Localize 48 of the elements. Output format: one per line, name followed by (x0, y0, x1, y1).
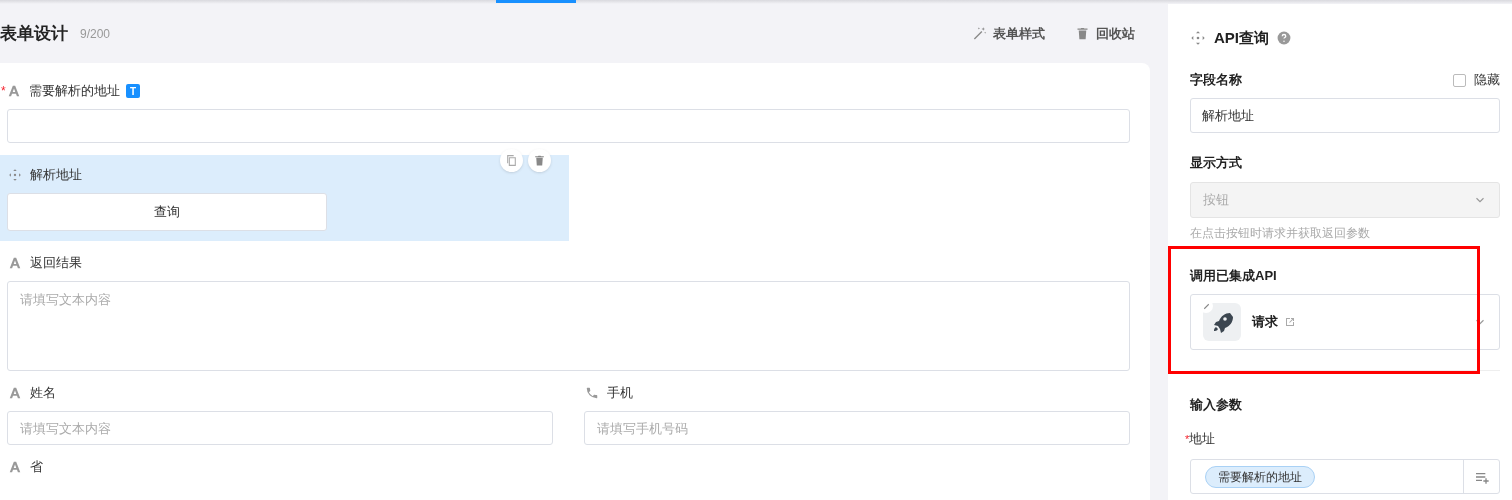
field-label: 需要解析的地址 (29, 82, 120, 101)
input-field[interactable]: 请填写手机号码 (584, 411, 1130, 445)
hide-label: 隐藏 (1474, 71, 1500, 90)
magic-wand-icon (972, 26, 987, 41)
text-type-badge: T (126, 84, 140, 98)
trash-icon (1075, 26, 1090, 41)
section-label: 字段名称 (1190, 71, 1242, 90)
move-icon (1190, 30, 1206, 46)
input-field[interactable]: 请填写文本内容 (7, 411, 553, 445)
text-type-icon (8, 386, 22, 400)
api-select[interactable]: 请求 (1190, 294, 1500, 350)
section-label: 调用已集成API (1190, 267, 1278, 285)
text-type-icon (7, 84, 21, 98)
field-label: 解析地址 (30, 166, 82, 185)
hint-text: 在点击按钮时请求并获取返回参数 (1190, 225, 1371, 242)
form-style-button[interactable]: 表单样式 (972, 23, 1045, 44)
input-field[interactable]: 解析地址 (1190, 98, 1500, 133)
variable-tag: 需要解析的地址 (1205, 465, 1315, 488)
recycle-bin-button[interactable]: 回收站 (1075, 23, 1135, 44)
move-icon (8, 168, 22, 182)
copy-icon (505, 154, 518, 167)
section-label: 显示方式 (1190, 154, 1243, 172)
input-field[interactable] (7, 109, 1130, 143)
required-mark: * (0, 83, 7, 100)
param-label: 地址 (1189, 430, 1216, 449)
field-label: 省 (30, 458, 43, 477)
page-title: 表单设计 (0, 22, 68, 45)
external-link-icon[interactable] (1284, 316, 1296, 328)
required-mark: * (1185, 431, 1190, 447)
field-label: 姓名 (30, 384, 56, 403)
selected-field-highlight[interactable]: 解析地址 查询 (0, 155, 569, 241)
field-count: 9/200 (80, 25, 111, 43)
section-label: 输入参数 (1190, 396, 1243, 414)
query-button[interactable]: 查询 (7, 193, 327, 231)
variable-field[interactable]: 需要解析的地址 (1190, 459, 1500, 494)
field-label: 返回结果 (30, 254, 82, 273)
field-label: 手机 (607, 384, 633, 403)
help-icon[interactable] (1277, 31, 1291, 45)
text-type-icon (8, 460, 22, 474)
panel-title: API查询 (1214, 27, 1269, 48)
phone-icon (585, 386, 599, 400)
api-name: 请求 (1252, 313, 1278, 332)
delete-button[interactable] (528, 149, 551, 172)
checkbox[interactable] (1453, 73, 1466, 87)
trash-icon (533, 154, 546, 167)
copy-button[interactable] (500, 149, 523, 172)
text-area[interactable]: 请填写文本内容 (7, 281, 1130, 371)
text-type-icon (8, 256, 22, 270)
